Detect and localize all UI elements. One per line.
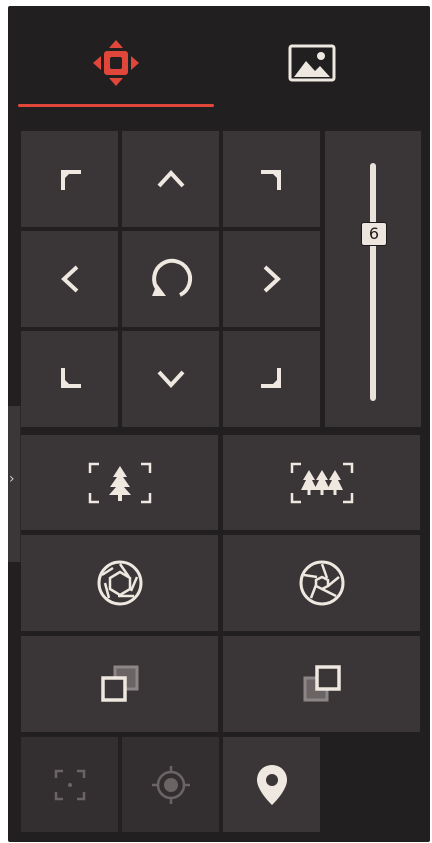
iris-open-button[interactable] [223, 535, 420, 631]
arrow-right-icon [260, 262, 284, 296]
iris-close-button[interactable] [21, 535, 218, 631]
speed-slider-panel: 6 [325, 131, 421, 427]
image-icon [288, 43, 336, 83]
region-focus-button[interactable] [21, 737, 118, 832]
ptz-direction-icon [89, 36, 143, 90]
pan-down-left-button[interactable] [21, 331, 118, 427]
active-tab-indicator [18, 104, 214, 107]
zoom-out-button[interactable] [223, 435, 420, 530]
focus-far-button[interactable] [223, 636, 420, 732]
arrow-up-right-icon [257, 164, 287, 194]
collapse-handle[interactable]: › [8, 406, 21, 562]
arrow-down-left-icon [55, 364, 85, 394]
location-pin-icon [254, 763, 290, 807]
zoom-out-trees-icon [289, 460, 355, 506]
pan-left-button[interactable] [21, 231, 118, 327]
focus-far-icon [297, 659, 347, 709]
chevron-right-icon: › [9, 471, 15, 487]
pan-up-left-button[interactable] [21, 131, 118, 227]
tilt-down-button[interactable] [122, 331, 219, 427]
speed-slider-thumb[interactable]: 6 [361, 222, 387, 247]
focus-near-icon [95, 659, 145, 709]
arrow-up-icon [154, 167, 188, 191]
pan-right-button[interactable] [223, 231, 320, 327]
arrow-down-icon [154, 367, 188, 391]
location-pin-button[interactable] [223, 737, 320, 832]
iris-open-icon [297, 558, 347, 608]
pan-down-right-button[interactable] [223, 331, 320, 427]
tilt-up-button[interactable] [122, 131, 219, 227]
tab-ptz[interactable] [18, 18, 214, 108]
target-locate-icon [150, 764, 192, 806]
tab-image[interactable] [214, 18, 410, 108]
arrow-left-icon [58, 262, 82, 296]
region-focus-icon [53, 768, 87, 802]
zoom-in-button[interactable] [21, 435, 218, 530]
speed-slider-track[interactable] [370, 163, 376, 401]
zoom-in-tree-icon [87, 460, 153, 506]
target-locate-button[interactable] [122, 737, 219, 832]
arrow-up-left-icon [55, 164, 85, 194]
auto-rotate-button[interactable] [122, 231, 219, 327]
focus-near-button[interactable] [21, 636, 218, 732]
auto-rotate-icon [144, 252, 198, 306]
arrow-down-right-icon [257, 364, 287, 394]
pan-up-right-button[interactable] [223, 131, 320, 227]
iris-close-icon [95, 558, 145, 608]
